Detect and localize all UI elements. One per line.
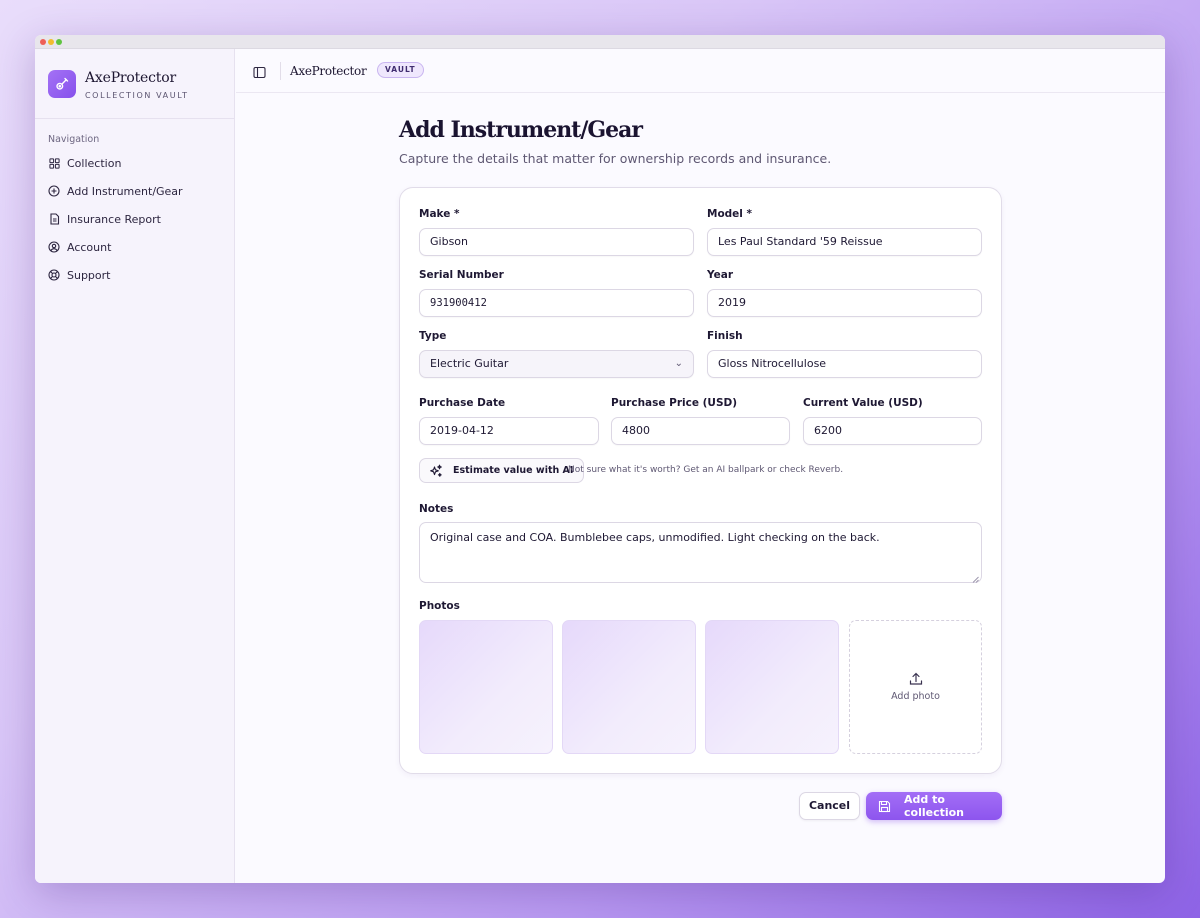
top-bar: AxeProtector VAULT <box>236 49 1165 93</box>
purchase-price-input[interactable]: 4800 <box>611 417 790 445</box>
make-label: Make * <box>419 208 460 220</box>
lifebuoy-icon <box>48 269 60 281</box>
sidebar-item-account[interactable]: Account <box>35 233 235 261</box>
sidebar-nav: Collection Add Instrument/Gear Insurance… <box>35 149 235 289</box>
user-circle-icon <box>48 241 60 253</box>
resize-grip-icon[interactable] <box>972 573 979 583</box>
purchase-date-input[interactable]: 2019-04-12 <box>419 417 599 445</box>
sidebar-item-support[interactable]: Support <box>35 261 235 289</box>
brand: AxeProtector COLLECTION VAULT <box>35 49 234 119</box>
current-value-label: Current Value (USD) <box>803 397 923 409</box>
close-window-button[interactable] <box>40 39 46 45</box>
serial-label: Serial Number <box>419 269 504 281</box>
vault-badge: VAULT <box>377 62 424 78</box>
serial-input[interactable]: 931900412 <box>419 289 694 317</box>
divider <box>280 62 281 80</box>
brand-subtitle: COLLECTION VAULT <box>85 91 189 100</box>
current-value-input[interactable]: 6200 <box>803 417 982 445</box>
instrument-form-card: Make * Gibson Model * Les Paul Standard … <box>399 187 1002 774</box>
year-label: Year <box>707 269 734 281</box>
ai-hint-text: Not sure what it's worth? Get an AI ball… <box>568 465 844 475</box>
nav-heading: Navigation <box>48 134 100 145</box>
sidebar-item-collection[interactable]: Collection <box>35 149 235 177</box>
type-select-value: Electric Guitar <box>430 357 509 370</box>
photos-label: Photos <box>419 600 460 612</box>
sidebar-item-label: Collection <box>67 156 122 170</box>
guitar-logo-icon <box>48 70 76 98</box>
maximize-window-button[interactable] <box>56 39 62 45</box>
chevron-down-icon: ⌄ <box>674 358 683 369</box>
add-photo-button[interactable]: Add photo <box>849 620 982 754</box>
add-to-collection-button[interactable]: Add to collection <box>866 792 1002 820</box>
brand-name: AxeProtector <box>85 70 176 86</box>
add-to-collection-label: Add to collection <box>904 793 965 819</box>
estimate-value-ai-label: Estimate value with AI <box>453 465 574 476</box>
page-title: Add Instrument/Gear <box>399 117 643 143</box>
sidebar-item-label: Add Instrument/Gear <box>67 184 183 198</box>
estimate-value-ai-button[interactable]: Estimate value with AI <box>419 458 585 483</box>
type-label: Type <box>419 330 447 342</box>
document-icon <box>48 213 60 225</box>
sparkles-icon <box>429 464 443 478</box>
purchase-date-label: Purchase Date <box>419 397 506 409</box>
sidebar-item-insurance-report[interactable]: Insurance Report <box>35 205 235 233</box>
photo-thumbnail[interactable] <box>705 620 839 754</box>
sidebar-toggle-icon[interactable] <box>253 64 266 79</box>
minimize-window-button[interactable] <box>48 39 54 45</box>
finish-input[interactable]: Gloss Nitrocellulose <box>707 350 982 378</box>
title-bar <box>35 35 1165 49</box>
page-subtitle: Capture the details that matter for owne… <box>399 151 832 166</box>
grid-icon <box>48 157 60 169</box>
finish-label: Finish <box>707 330 743 342</box>
purchase-price-label: Purchase Price (USD) <box>611 397 738 409</box>
sidebar-item-add-instrument[interactable]: Add Instrument/Gear <box>35 177 235 205</box>
notes-text: Original case and COA. Bumblebee caps, u… <box>430 531 880 544</box>
app-window: AxeProtector COLLECTION VAULT Navigation… <box>35 35 1165 883</box>
photo-thumbnail[interactable] <box>419 620 553 754</box>
model-label: Model * <box>707 208 753 220</box>
model-input[interactable]: Les Paul Standard '59 Reissue <box>707 228 982 256</box>
notes-textarea[interactable]: Original case and COA. Bumblebee caps, u… <box>419 522 982 583</box>
sidebar-item-label: Support <box>67 268 111 282</box>
make-input[interactable]: Gibson <box>419 228 694 256</box>
topbar-title: AxeProtector <box>290 64 367 78</box>
plus-circle-icon <box>48 185 60 197</box>
sidebar-item-label: Insurance Report <box>67 212 161 226</box>
photo-thumbnail[interactable] <box>562 620 696 754</box>
year-input[interactable]: 2019 <box>707 289 982 317</box>
notes-label: Notes <box>419 503 454 515</box>
upload-icon <box>908 671 924 687</box>
type-select[interactable]: Electric Guitar ⌄ <box>419 350 694 378</box>
cancel-button[interactable]: Cancel <box>799 792 860 820</box>
save-icon <box>878 800 891 813</box>
add-photo-label: Add photo <box>891 691 940 702</box>
sidebar-item-label: Account <box>67 240 112 254</box>
sidebar: AxeProtector COLLECTION VAULT Navigation… <box>35 49 235 883</box>
